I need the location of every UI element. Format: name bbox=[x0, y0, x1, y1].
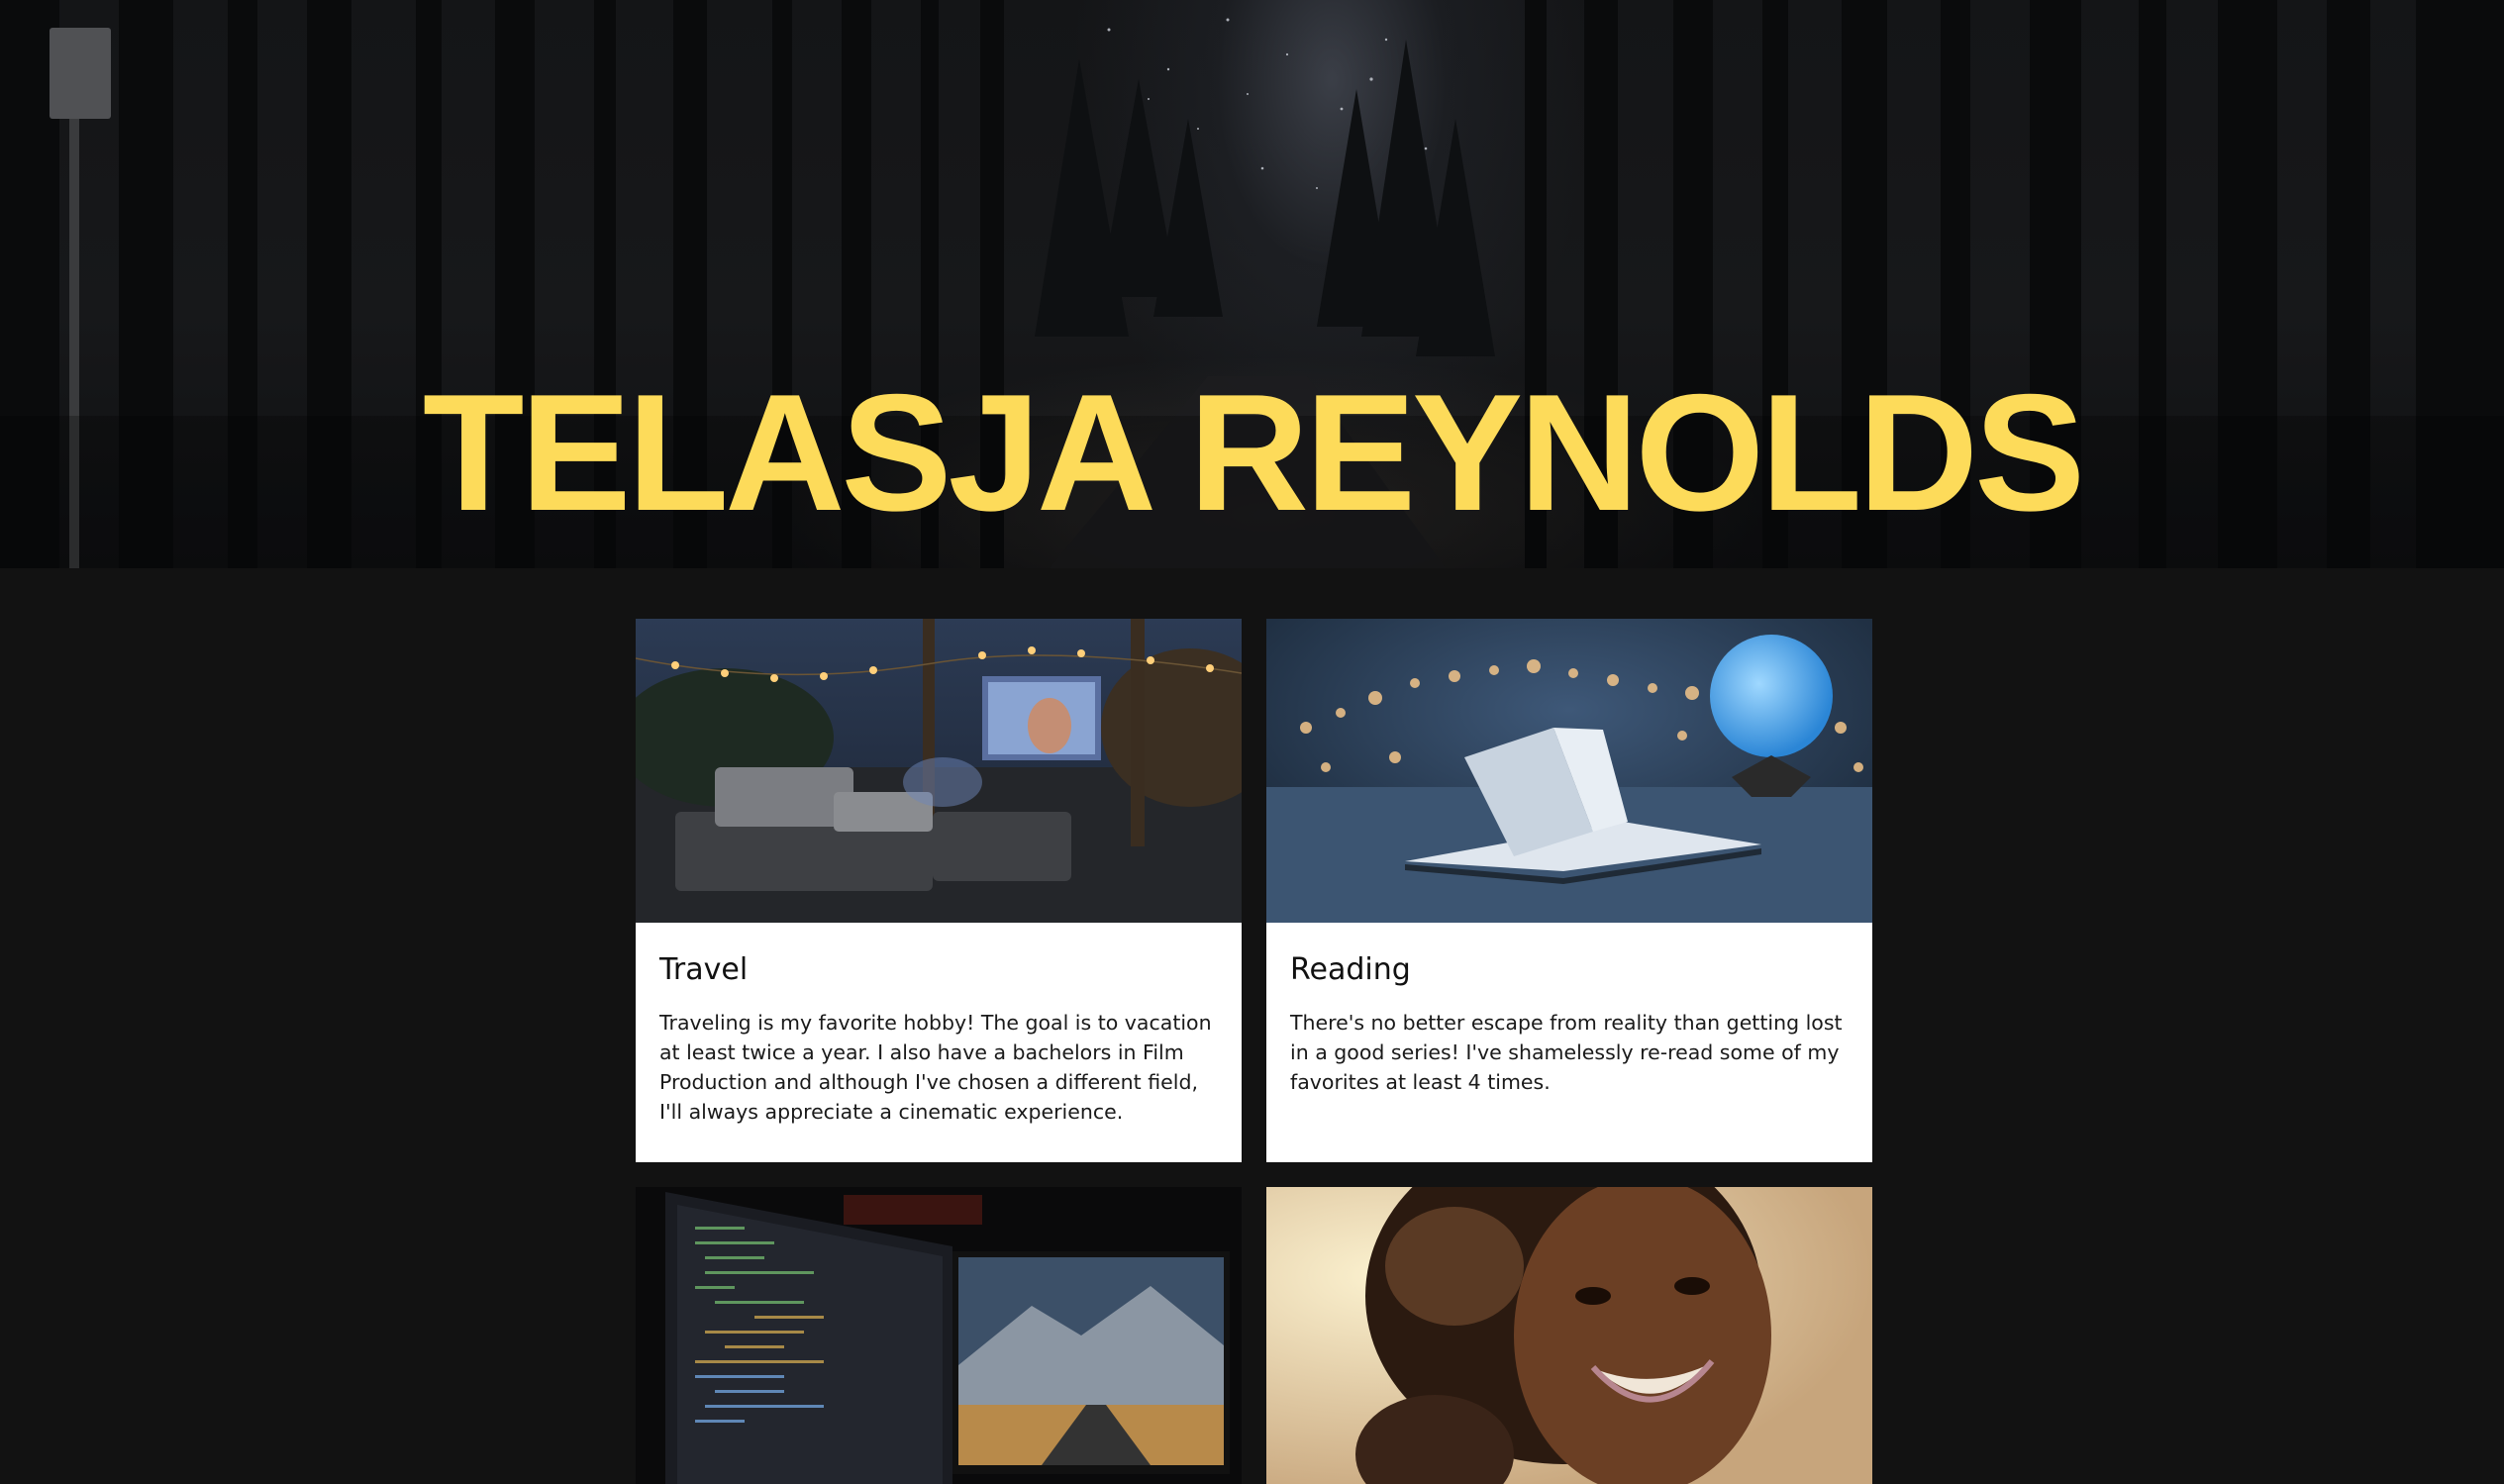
travel-card: Travel Traveling is my favorite hobby! T… bbox=[636, 619, 1242, 1162]
card-text: There's no better escape from reality th… bbox=[1290, 1011, 1843, 1094]
card-title: Reading bbox=[1290, 952, 1411, 987]
selfie-portrait-photo bbox=[1266, 1187, 1872, 1484]
dual-monitor-code-photo bbox=[636, 1187, 1242, 1484]
page-title: TELASJA REYNOLDS bbox=[422, 359, 2085, 545]
backyard-movie-night-photo bbox=[636, 619, 1242, 923]
hero-banner: TELASJA REYNOLDS bbox=[0, 0, 2504, 568]
reading-card: Reading There's no better escape from re… bbox=[1266, 619, 1872, 1162]
open-book-moon-lamp-photo bbox=[1266, 619, 1872, 923]
card-title: Travel bbox=[659, 952, 749, 987]
coding-card bbox=[636, 1187, 1242, 1484]
card-text: Traveling is my favorite hobby! The goal… bbox=[659, 1011, 1212, 1124]
portrait-card bbox=[1266, 1187, 1872, 1484]
